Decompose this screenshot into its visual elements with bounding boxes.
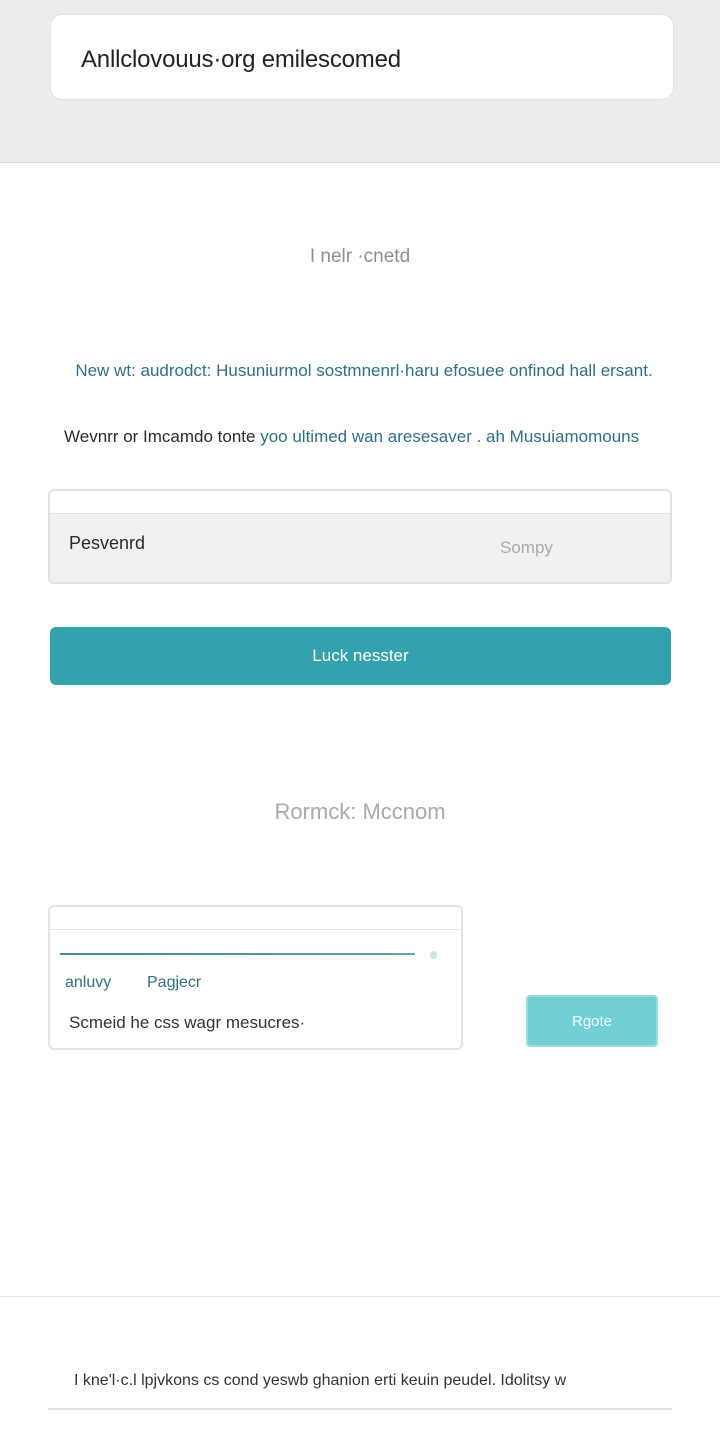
secondary-action-button[interactable]: Rgote — [526, 995, 658, 1047]
section-heading-secondary: Rormck: Mccnom — [274, 799, 446, 824]
card-meta-right: Pagjecr — [147, 974, 202, 991]
progress-line — [60, 953, 415, 955]
intro-line-secondary-accent: yoo ultimed wan aresesaver . ah Musuiamo… — [260, 427, 640, 446]
password-field[interactable]: Pesvenrd Sompy — [48, 489, 672, 584]
address-text: Anllclovouus·org emilescomed — [81, 46, 401, 73]
intro-line-secondary: Wevnrr or Imcamdo tonte yoo ultimed wan … — [64, 427, 639, 447]
intro-line-secondary-text: Wevnrr or Imcamdo tonte — [64, 427, 261, 446]
section-heading: I nelr ·cnetd — [309, 246, 411, 267]
address-bar[interactable]: Anllclovouus·org emilescomed — [50, 14, 674, 100]
intro-line: New wt: audrodct: Husuniurmol sostmnenrl… — [75, 361, 653, 380]
card-meta-left: anluvy — [65, 974, 112, 991]
message-card-top-strip — [50, 907, 461, 930]
header-band: Anllclovouus·org emilescomed — [0, 0, 720, 163]
primary-action-button[interactable]: Luck nesster — [50, 627, 671, 685]
password-field-top-strip — [50, 491, 670, 514]
progress-dot — [430, 951, 437, 959]
page: Anllclovouus·org emilescomed I nelr ·cne… — [0, 0, 720, 1440]
card-message: Scmeid he css wagr mesucres· — [69, 1013, 306, 1032]
footer-input[interactable]: I kne'l·c.l lpjvkons cs cond yeswb ghani… — [48, 1358, 672, 1410]
footer-text: I kne'l·c.l lpjvkons cs cond yeswb ghani… — [74, 1372, 567, 1389]
message-card[interactable]: anluvy Pagjecr Scmeid he css wagr mesucr… — [48, 905, 463, 1050]
password-label: Pesvenrd — [69, 533, 146, 553]
bottom-divider — [0, 1296, 720, 1297]
password-placeholder: Sompy — [500, 538, 553, 557]
